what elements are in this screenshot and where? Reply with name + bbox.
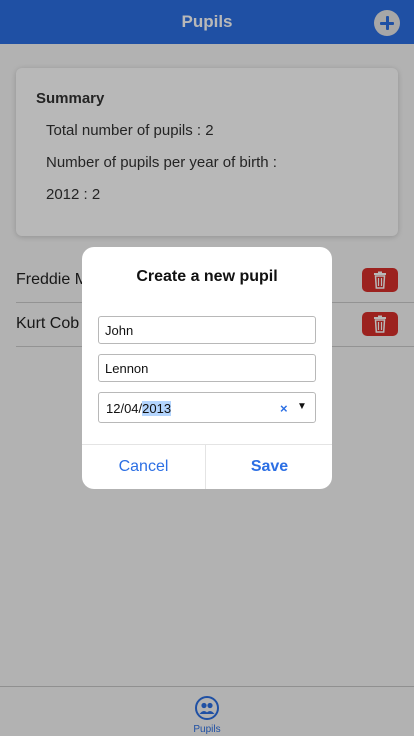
clear-date-icon[interactable]: × — [280, 401, 288, 416]
date-year-selected: 2013 — [142, 401, 172, 416]
date-day-month: 12/04/ — [106, 401, 143, 416]
date-value: 12/04/2013 — [106, 401, 172, 416]
first-name-input[interactable] — [98, 316, 316, 344]
dialog-title: Create a new pupil — [136, 268, 278, 285]
create-pupil-dialog: Create a new pupil 12/04/2013 × ▼ Cancel… — [82, 247, 332, 489]
dropdown-arrow-icon[interactable]: ▼ — [297, 401, 307, 412]
save-button[interactable]: Save — [207, 445, 332, 489]
cancel-button[interactable]: Cancel — [82, 445, 206, 489]
birth-date-input[interactable]: 12/04/2013 × ▼ — [98, 392, 316, 423]
last-name-input[interactable] — [98, 354, 316, 382]
